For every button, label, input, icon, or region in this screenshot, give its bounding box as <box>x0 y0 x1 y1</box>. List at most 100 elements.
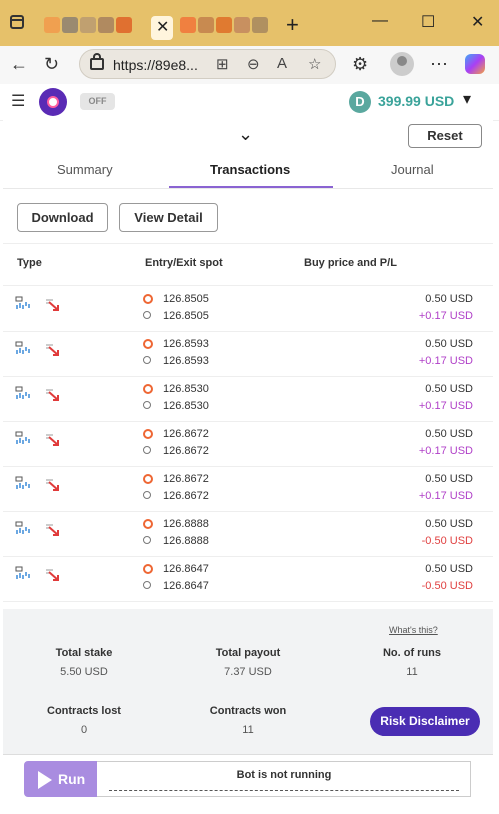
tab-favicon-icon[interactable] <box>80 17 96 33</box>
bot-logo-icon[interactable] <box>39 88 67 116</box>
extensions-icon[interactable]: ⚙ <box>352 54 368 75</box>
read-aloud-icon[interactable]: A <box>277 55 287 72</box>
whats-this-link[interactable]: What's this? <box>389 625 438 635</box>
tab-favicon-icon[interactable] <box>216 17 232 33</box>
tab-favicon-icon[interactable] <box>98 17 114 33</box>
exit-spot: 126.8888 <box>163 535 209 547</box>
zoom-icon[interactable]: ⊖ <box>247 55 260 73</box>
entry-spot: 126.8647 <box>163 563 209 575</box>
entry-spot: 126.8888 <box>163 518 209 530</box>
url-field[interactable]: https://89e8... ⊞ ⊖ A ☆ <box>79 49 336 79</box>
trade-type-icon <box>15 476 31 490</box>
profit-loss: -0.50 USD <box>421 580 473 592</box>
buy-price: 0.50 USD <box>425 338 473 350</box>
fall-direction-icon <box>45 433 61 447</box>
bot-status-box: Bot is not running <box>97 761 471 797</box>
toggle-off-badge[interactable]: OFF <box>80 93 115 110</box>
view-detail-button[interactable]: View Detail <box>119 203 218 232</box>
entry-spot: 126.8505 <box>163 293 209 305</box>
active-tab-underline <box>169 186 333 188</box>
column-header-type: Type <box>17 257 42 269</box>
trade-type-icon <box>15 296 31 310</box>
exit-spot-icon <box>143 356 151 364</box>
tab-favicon-icon[interactable] <box>116 17 132 33</box>
runs-label: No. of runs <box>382 647 442 659</box>
entry-spot-icon <box>143 339 153 349</box>
refresh-icon[interactable]: ↻ <box>44 54 59 75</box>
play-icon <box>38 771 52 789</box>
close-tab-icon[interactable]: ✕ <box>156 17 169 37</box>
entry-spot-icon <box>143 564 153 574</box>
profit-loss: +0.17 USD <box>418 445 473 457</box>
tab-favicon-icon[interactable] <box>62 17 78 33</box>
fall-direction-icon <box>45 478 61 492</box>
total-payout-value: 7.37 USD <box>224 666 272 678</box>
account-balance[interactable]: 399.99 USD <box>378 93 454 109</box>
tab-summary[interactable]: Summary <box>57 162 113 177</box>
contracts-won-label: Contracts won <box>209 705 287 717</box>
entry-spot-icon <box>143 429 153 439</box>
tab-favicon-icon[interactable] <box>252 17 268 33</box>
exit-spot: 126.8505 <box>163 310 209 322</box>
transaction-row[interactable]: 126.8647 126.8647 0.50 USD -0.50 USD <box>3 556 493 602</box>
chevron-down-icon[interactable]: ▾ <box>463 89 471 109</box>
reset-button[interactable]: Reset <box>408 124 482 148</box>
lock-icon <box>90 53 104 70</box>
transaction-row[interactable]: 126.8593 126.8593 0.50 USD +0.17 USD <box>3 331 493 377</box>
bot-status: Bot is not running <box>236 769 332 781</box>
tab-journal[interactable]: Journal <box>391 162 434 177</box>
trade-type-icon <box>15 431 31 445</box>
tab-transactions[interactable]: Transactions <box>210 162 290 177</box>
panel-tabs: Summary Transactions Journal <box>3 152 493 189</box>
total-stake-label: Total stake <box>55 647 113 659</box>
profit-loss: +0.17 USD <box>418 490 473 502</box>
profile-avatar[interactable] <box>390 52 414 76</box>
profit-loss: +0.17 USD <box>418 355 473 367</box>
exit-spot-icon <box>143 401 151 409</box>
exit-spot: 126.8672 <box>163 445 209 457</box>
download-button[interactable]: Download <box>17 203 108 232</box>
entry-spot: 126.8593 <box>163 338 209 350</box>
back-icon[interactable]: ← <box>10 54 28 75</box>
apps-icon[interactable]: ⊞ <box>216 55 229 73</box>
transaction-row[interactable]: 126.8672 126.8672 0.50 USD +0.17 USD <box>3 466 493 512</box>
profit-loss: +0.17 USD <box>418 400 473 412</box>
tab-favicon-icon[interactable] <box>44 17 60 33</box>
risk-disclaimer-button[interactable]: Risk Disclaimer <box>370 707 480 736</box>
window-close-icon[interactable]: ✕ <box>471 12 484 32</box>
total-payout-label: Total payout <box>215 647 281 659</box>
menu-icon[interactable]: ☰ <box>11 91 25 111</box>
buy-price: 0.50 USD <box>425 293 473 305</box>
exit-spot: 126.8593 <box>163 355 209 367</box>
transaction-row[interactable]: 126.8672 126.8672 0.50 USD +0.17 USD <box>3 421 493 467</box>
tab-favicon-icon[interactable] <box>180 17 196 33</box>
maximize-icon[interactable]: ☐ <box>421 12 435 32</box>
new-tab-button[interactable]: + <box>286 12 299 38</box>
entry-spot: 126.8672 <box>163 428 209 440</box>
copilot-icon[interactable] <box>465 54 485 74</box>
favorite-icon[interactable]: ☆ <box>308 55 321 73</box>
tab-actions-icon[interactable] <box>10 15 24 29</box>
exit-spot-icon <box>143 536 151 544</box>
transaction-row[interactable]: 126.8530 126.8530 0.50 USD +0.17 USD <box>3 376 493 422</box>
exit-spot: 126.8647 <box>163 580 209 592</box>
buy-price: 0.50 USD <box>425 428 473 440</box>
browser-tabbar: ✕ + — ☐ ✕ <box>0 0 499 46</box>
entry-spot-icon <box>143 474 153 484</box>
tab-favicon-icon[interactable] <box>234 17 250 33</box>
minimize-icon[interactable]: — <box>372 12 388 30</box>
buy-price: 0.50 USD <box>425 383 473 395</box>
column-header-price-pl: Buy price and P/L <box>304 257 397 269</box>
progress-track <box>109 790 459 792</box>
trade-type-icon <box>15 341 31 355</box>
transaction-row[interactable]: 126.8888 126.8888 0.50 USD -0.50 USD <box>3 511 493 557</box>
column-header-entry-exit: Entry/Exit spot <box>145 257 223 269</box>
tab-favicon-icon[interactable] <box>198 17 214 33</box>
exit-spot-icon <box>143 491 151 499</box>
collapse-chevron-icon[interactable]: ⌄ <box>238 124 253 145</box>
url-text: https://89e8... <box>113 57 198 73</box>
more-icon[interactable]: ⋯ <box>430 54 448 75</box>
run-button[interactable]: Run <box>24 761 97 797</box>
fall-direction-icon <box>45 298 61 312</box>
transaction-row[interactable]: 126.8505 126.8505 0.50 USD +0.17 USD <box>3 286 493 332</box>
